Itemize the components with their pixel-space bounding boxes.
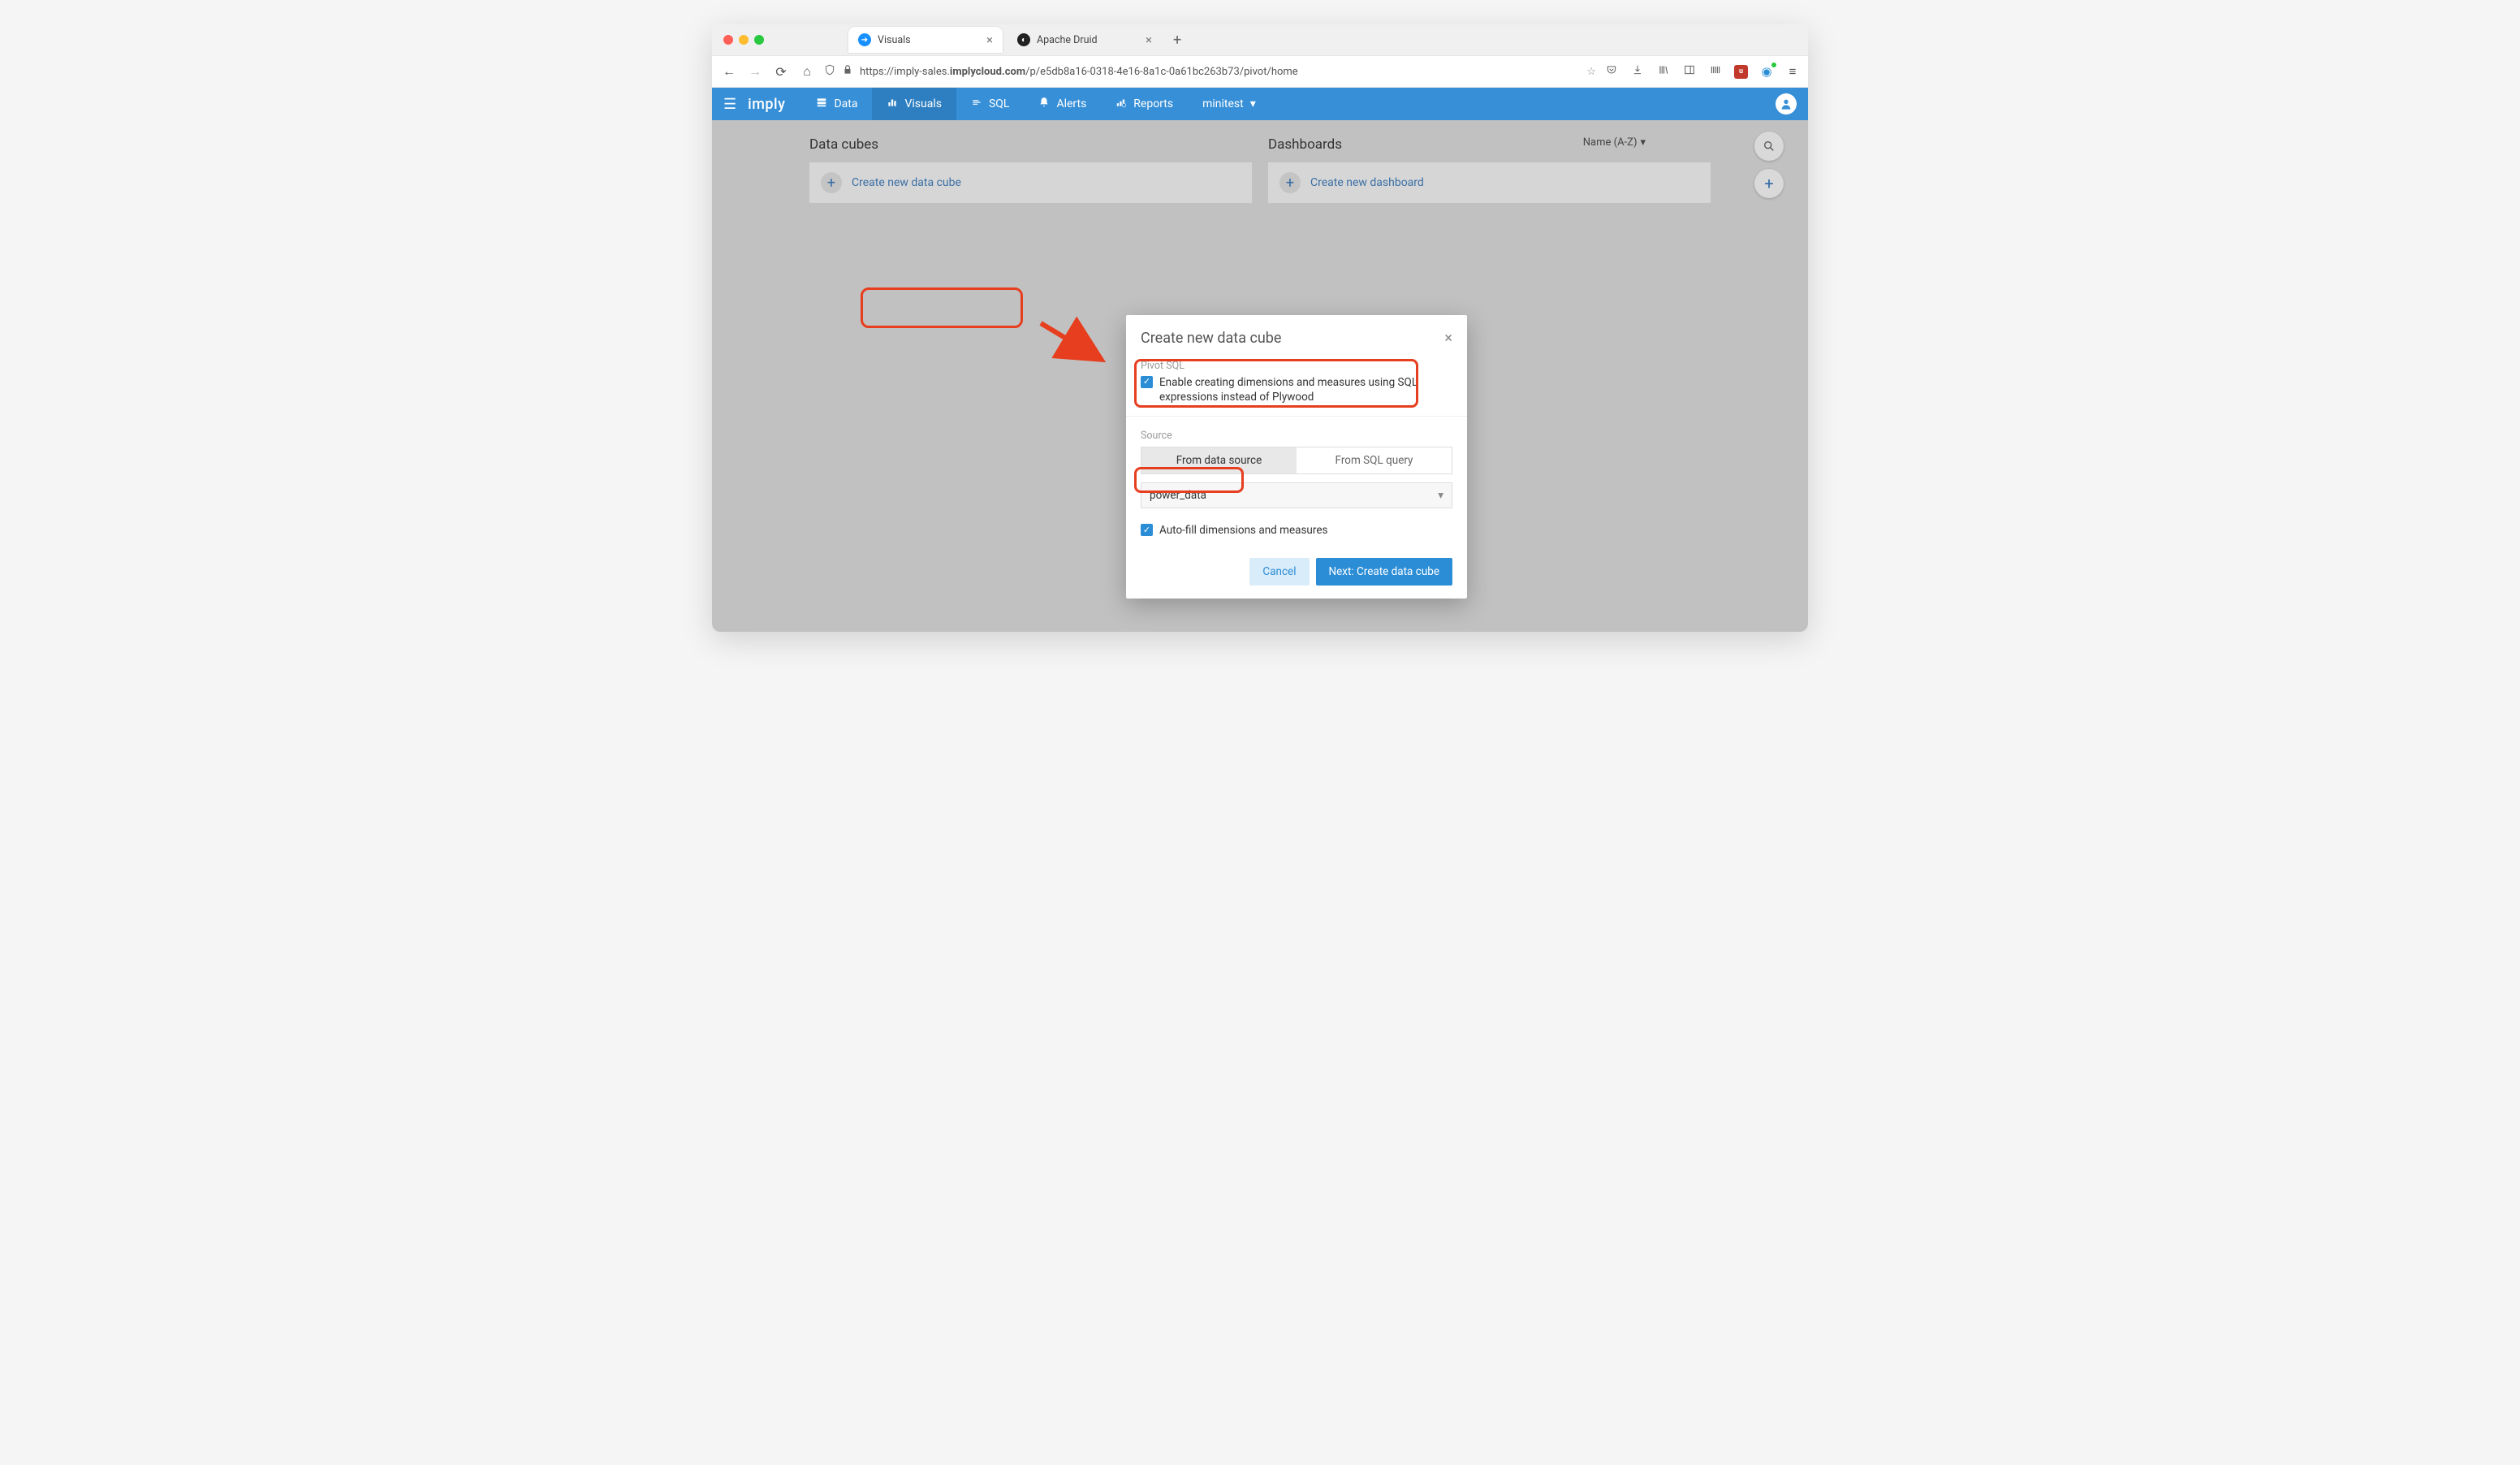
toolbar-right: u ◉ ≡ [1604, 64, 1800, 79]
ublock-icon[interactable]: u [1734, 65, 1748, 79]
pocket-icon[interactable] [1604, 64, 1619, 79]
create-datacube-modal: Create new data cube × Pivot SQL ✓ Enabl… [1126, 315, 1467, 599]
tab-close-icon[interactable]: × [986, 32, 993, 47]
autofill-checkbox-row[interactable]: ✓ Auto-fill dimensions and measures [1141, 523, 1452, 538]
download-icon[interactable] [1630, 64, 1645, 79]
bell-icon [1038, 97, 1050, 111]
back-button[interactable]: ← [720, 63, 738, 80]
datacubes-heading: Data cubes [809, 136, 1252, 153]
library-icon[interactable] [1656, 64, 1671, 79]
hamburger-menu-icon[interactable]: ☰ [712, 96, 748, 113]
nav-project-selector[interactable]: minitest ▾ [1188, 88, 1271, 120]
nav-data[interactable]: Data [801, 88, 872, 120]
nav-alerts[interactable]: Alerts [1024, 88, 1101, 120]
cancel-button[interactable]: Cancel [1249, 558, 1309, 586]
chart-icon [887, 97, 898, 111]
sql-icon [971, 97, 982, 111]
app-menu-icon[interactable]: ≡ [1785, 64, 1800, 79]
browser-tab-active[interactable]: ➜ Visuals × [848, 27, 1003, 53]
browser-urlbar: ← → ⟳ ⌂ https://imply-sales.implycloud.c… [712, 55, 1808, 88]
create-dashboard-label: Create new dashboard [1310, 176, 1424, 189]
shield-icon [824, 64, 835, 79]
minimize-window-icon[interactable] [739, 35, 749, 45]
app-header: ☰ imply Data Visuals SQL Alerts Reports … [712, 88, 1808, 120]
source-from-sql-button[interactable]: From SQL query [1297, 447, 1452, 473]
tab-title: Apache Druid [1037, 34, 1098, 46]
new-tab-button[interactable]: + [1167, 32, 1188, 49]
tab-title: Visuals [878, 34, 911, 46]
modal-close-button[interactable]: × [1444, 330, 1452, 347]
pivot-sql-checkbox-row[interactable]: ✓ Enable creating dimensions and measure… [1141, 375, 1452, 404]
user-avatar[interactable] [1776, 93, 1797, 115]
create-datacube-button[interactable]: + Create new data cube [809, 162, 1252, 203]
source-label: Source [1141, 430, 1452, 442]
url-text: https://imply-sales.implycloud.com/p/e5d… [860, 66, 1298, 78]
reload-button[interactable]: ⟳ [772, 64, 790, 80]
sort-selector[interactable]: Name (A-Z) ▾ [1583, 136, 1646, 149]
modal-title: Create new data cube [1141, 330, 1281, 347]
sidebar-icon[interactable] [1682, 64, 1697, 79]
pivot-sql-label: Pivot SQL [1141, 360, 1452, 372]
selected-source-value: power_data [1150, 489, 1206, 502]
annotation-arrow-icon [1037, 315, 1118, 372]
chevron-down-icon: ▾ [1438, 489, 1443, 502]
next-button[interactable]: Next: Create data cube [1316, 558, 1453, 586]
source-from-data-button[interactable]: From data source [1141, 447, 1297, 473]
druid-favicon-icon: ◐ [1017, 33, 1030, 46]
browser-window: ➜ Visuals × ◐ Apache Druid × + ← → ⟳ ⌂ [712, 24, 1808, 632]
add-button[interactable]: + [1754, 169, 1784, 198]
imply-favicon-icon: ➜ [858, 33, 871, 46]
plus-icon: + [821, 172, 842, 193]
checkbox-checked-icon[interactable]: ✓ [1141, 376, 1153, 388]
datacubes-column: Data cubes + Create new data cube [809, 136, 1252, 203]
lock-icon [842, 64, 853, 79]
close-window-icon[interactable] [723, 35, 733, 45]
bookmark-star-icon[interactable]: ☆ [1586, 66, 1596, 78]
forward-button[interactable]: → [746, 63, 764, 80]
search-icon [1763, 140, 1776, 153]
annotation-highlight [861, 287, 1023, 328]
extension-icon[interactable] [1708, 64, 1723, 79]
profile-icon[interactable]: ◉ [1759, 64, 1774, 79]
pivot-sql-description: Enable creating dimensions and measures … [1159, 375, 1452, 404]
maximize-window-icon[interactable] [754, 35, 764, 45]
nav-reports[interactable]: Reports [1101, 88, 1188, 120]
create-datacube-label: Create new data cube [852, 176, 961, 189]
browser-tab-inactive[interactable]: ◐ Apache Druid × [1008, 27, 1162, 53]
imply-logo[interactable]: imply [748, 96, 785, 113]
datasource-select[interactable]: power_data ▾ [1141, 482, 1452, 508]
window-controls [723, 35, 764, 45]
home-button[interactable]: ⌂ [798, 63, 816, 80]
browser-tabbar: ➜ Visuals × ◐ Apache Druid × + [712, 24, 1808, 55]
plus-icon: + [1764, 174, 1773, 193]
plus-icon: + [1279, 172, 1301, 193]
nav-visuals[interactable]: Visuals [872, 88, 956, 120]
tab-close-icon[interactable]: × [1146, 32, 1152, 47]
create-dashboard-button[interactable]: + Create new dashboard [1268, 162, 1711, 203]
search-button[interactable] [1754, 132, 1784, 161]
chevron-down-icon: ▾ [1640, 136, 1646, 149]
nav-sql[interactable]: SQL [956, 88, 1024, 120]
checkbox-checked-icon[interactable]: ✓ [1141, 524, 1153, 536]
reports-icon [1115, 97, 1127, 111]
chevron-down-icon: ▾ [1250, 97, 1256, 110]
data-icon [816, 97, 827, 111]
autofill-label: Auto-fill dimensions and measures [1159, 523, 1327, 538]
address-bar[interactable]: https://imply-sales.implycloud.com/p/e5d… [824, 64, 1596, 79]
source-segmented-control: From data source From SQL query [1141, 447, 1452, 474]
page-content: Data cubes + Create new data cube Dashbo… [712, 120, 1808, 632]
